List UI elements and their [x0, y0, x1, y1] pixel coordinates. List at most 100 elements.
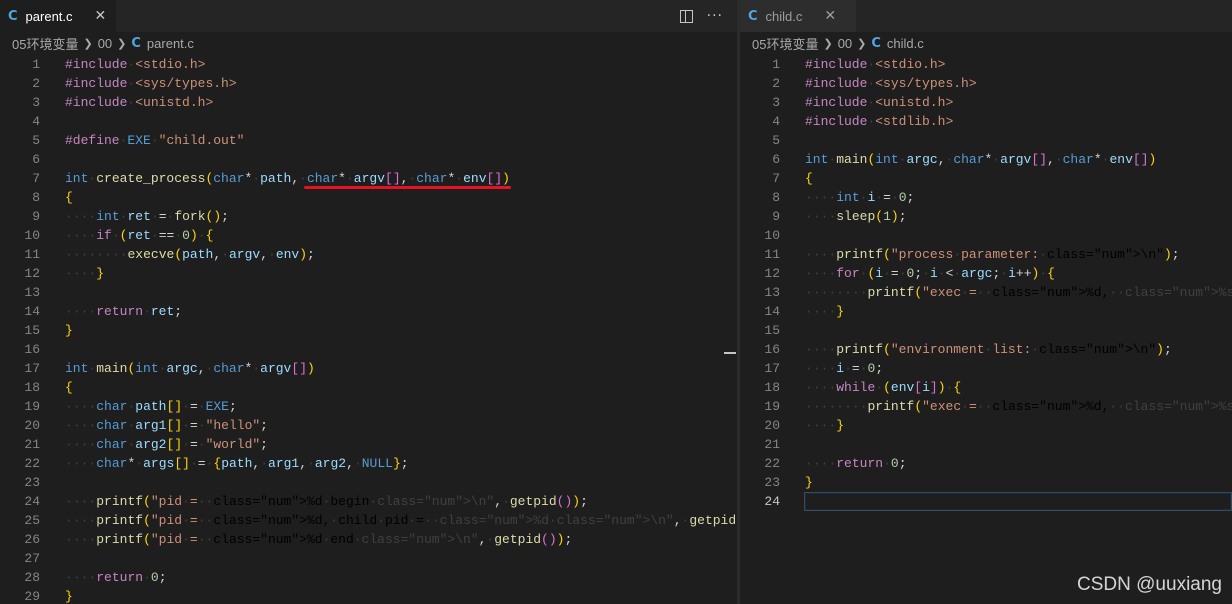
line-text: ········printf("exec·=··class="num">%d,·… [805, 399, 1232, 414]
line-number: 26 [24, 532, 40, 547]
split-editor-icon[interactable] [679, 9, 693, 23]
line-text: int·main(int·argc,·char*·argv[],·char*·e… [805, 152, 1157, 167]
breadcrumb-folder[interactable]: 00 [838, 36, 852, 51]
scrollbar-thumb[interactable] [724, 352, 736, 354]
code-line[interactable]: 22 ····char*·args[]·=·{path,·arg1,·arg2,·… [0, 454, 737, 473]
breadcrumb-folder[interactable]: 00 [98, 36, 112, 51]
code-line[interactable]: 8{ [0, 188, 737, 207]
code-line[interactable]: 11 ········execve(path,·argv,·env); [0, 245, 737, 264]
code-line[interactable]: 1 #include·<stdio.h> [0, 55, 737, 74]
code-line[interactable]: 24 [740, 492, 1232, 511]
code-line[interactable]: 21 [740, 435, 1232, 454]
breadcrumb-file[interactable]: parent.c [147, 36, 194, 51]
code-line[interactable]: 14 ····return·ret; [0, 302, 737, 321]
editor-actions: ··· [679, 0, 723, 32]
breadcrumb: 05环境变量 ❯ 00 ❯ C child.c [740, 32, 1232, 54]
line-number: 4 [32, 114, 40, 129]
code-line[interactable]: 20 ····char·arg1[]·=·"hello"; [0, 416, 737, 435]
code-editor[interactable]: 1 #include·<stdio.h> 2 #include·<sys/types.… [0, 55, 737, 604]
line-number: 10 [764, 228, 780, 243]
chevron-right-icon: ❯ [823, 37, 833, 50]
code-line[interactable]: 4 #include·<stdlib.h> [740, 112, 1232, 131]
code-line[interactable]: 26 ····printf("pid·=··class="num">%d·end·… [0, 530, 737, 549]
line-text: ····} [805, 304, 845, 319]
line-number: 27 [24, 551, 40, 566]
code-line[interactable]: 22 ····return·0; [740, 454, 1232, 473]
code-line[interactable]: 4 [0, 112, 737, 131]
line-text: } [65, 323, 73, 338]
code-line[interactable]: 3 #include·<unistd.h> [740, 93, 1232, 112]
line-text: ····char*·args[]·=·{path,·arg1,·arg2,·NU… [65, 456, 409, 471]
breadcrumb-folder[interactable]: 05环境变量 [752, 34, 818, 53]
code-line[interactable]: 18 { [0, 378, 737, 397]
code-line[interactable]: 7 int·create_process(char*·path,·char*·ar… [0, 169, 737, 189]
line-text: { [65, 190, 73, 205]
code-line[interactable]: 5 [740, 131, 1232, 150]
more-actions-icon[interactable]: ··· [707, 8, 723, 24]
line-number: 24 [764, 494, 780, 509]
code-line[interactable]: 5 #define·EXE·"child.out" [0, 131, 737, 150]
line-number: 15 [24, 323, 40, 338]
code-line[interactable]: 7{ [740, 169, 1232, 188]
line-number: 20 [24, 418, 40, 433]
code-line[interactable]: 8 ····int·i·=·0; [740, 188, 1232, 207]
line-number: 17 [764, 361, 780, 376]
c-language-icon: C [748, 8, 758, 24]
code-line[interactable]: 10 ····if·(ret·==·0)·{ [0, 226, 737, 245]
line-number: 19 [764, 399, 780, 414]
tab-child-c[interactable]: C child.c ✕ [740, 0, 856, 32]
line-text: ····int·ret·=·fork(); [65, 209, 229, 224]
code-line[interactable]: 10 [740, 226, 1232, 245]
code-line[interactable]: 25 ····printf("pid·=··class="num">%d,·chi… [0, 511, 737, 530]
close-icon[interactable]: ✕ [824, 8, 836, 24]
code-line[interactable]: 15} [0, 321, 737, 340]
line-number: 1 [772, 57, 780, 72]
code-line[interactable]: 17 ····i·=·0; [740, 359, 1232, 378]
code-line[interactable]: 6 [0, 150, 737, 169]
line-number: 28 [24, 570, 40, 585]
line-number: 9 [772, 209, 780, 224]
code-line[interactable]: 9 ····sleep(1); [740, 207, 1232, 226]
tab-label: child.c [765, 8, 803, 24]
code-editor[interactable]: 1 #include·<stdio.h> 2 #include·<sys/types.… [740, 55, 1232, 511]
line-text: ····} [65, 266, 105, 281]
code-line[interactable]: 12 ····} [0, 264, 737, 283]
code-line[interactable]: 15 [740, 321, 1232, 340]
code-line[interactable]: 1 #include·<stdio.h> [740, 55, 1232, 74]
line-text: } [65, 589, 73, 604]
code-line[interactable]: 11 ····printf("process·parameter:·class="… [740, 245, 1232, 264]
close-icon[interactable]: ✕ [95, 8, 107, 24]
breadcrumb-folder[interactable]: 05环境变量 [12, 34, 78, 53]
code-line[interactable]: 16 ····printf("environment·list:·class="n… [740, 340, 1232, 359]
line-text: ····int·i·=·0; [805, 190, 915, 205]
code-line[interactable]: 13 [0, 283, 737, 302]
code-line[interactable]: 23 [0, 473, 737, 492]
code-line[interactable]: 3 #include·<unistd.h> [0, 93, 737, 112]
code-line[interactable]: 16 [0, 340, 737, 359]
code-line[interactable]: 9 ····int·ret·=·fork(); [0, 207, 737, 226]
code-line[interactable]: 2 #include·<sys/types.h> [740, 74, 1232, 93]
code-line[interactable]: 18 ····while·(env[i])·{ [740, 378, 1232, 397]
code-line[interactable]: 14 ····} [740, 302, 1232, 321]
code-line[interactable]: 2 #include·<sys/types.h> [0, 74, 737, 93]
code-line[interactable]: 29} [0, 587, 737, 604]
code-line[interactable]: 27 [0, 549, 737, 568]
line-text: #define·EXE·"child.out" [65, 133, 245, 148]
code-line[interactable]: 20 ····} [740, 416, 1232, 435]
code-line[interactable]: 19 ····char·path[]·=·EXE; [0, 397, 737, 416]
code-line[interactable]: 17 int·main(int·argc,·char*·argv[]) [0, 359, 737, 378]
code-line[interactable]: 23} [740, 473, 1232, 492]
code-line[interactable]: 6 int·main(int·argc,·char*·argv[],·char*·… [740, 150, 1232, 169]
tab-parent-c[interactable]: C parent.c ✕ [0, 0, 116, 32]
code-line[interactable]: 13 ········printf("exec·=··class="num">%d… [740, 283, 1232, 302]
code-line[interactable]: 12 ····for·(i·=·0;·i·<·argc;·i++)·{ [740, 264, 1232, 283]
code-line[interactable]: 19 ········printf("exec·=··class="num">%d… [740, 397, 1232, 416]
code-line[interactable]: 28 ····return·0; [0, 568, 737, 587]
c-language-icon: C [871, 35, 881, 51]
code-line[interactable]: 24 ····printf("pid·=··class="num">%d·begi… [0, 492, 737, 511]
tab-label: parent.c [25, 8, 73, 24]
breadcrumb-file[interactable]: child.c [887, 36, 924, 51]
code-line[interactable]: 21 ····char·arg2[]·=·"world"; [0, 435, 737, 454]
line-text: ····i·=·0; [805, 361, 884, 376]
line-number: 17 [24, 361, 40, 376]
